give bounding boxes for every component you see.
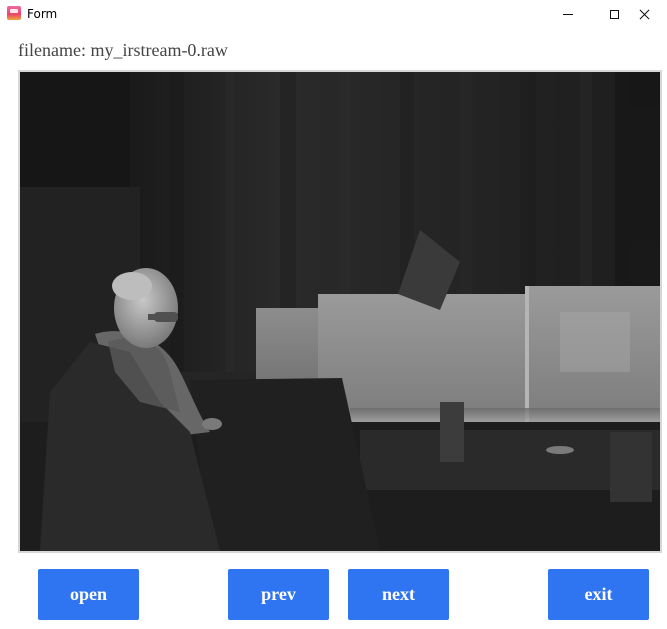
minimize-button[interactable]	[545, 0, 591, 28]
app-icon	[7, 6, 21, 20]
infrared-image	[20, 72, 660, 551]
prev-button[interactable]: prev	[228, 569, 329, 620]
exit-button[interactable]: exit	[548, 569, 649, 620]
title-bar[interactable]: Form	[0, 0, 667, 28]
next-button[interactable]: next	[348, 569, 449, 620]
open-button[interactable]: open	[38, 569, 139, 620]
close-button[interactable]	[621, 0, 667, 28]
image-view	[18, 70, 662, 553]
filename-label: filename: my_irstream-0.raw	[18, 40, 228, 60]
window-title: Form	[27, 7, 58, 21]
close-icon	[639, 9, 650, 20]
form-window: Form filename: my_irstream-0.raw open pr…	[0, 0, 667, 629]
minimize-icon	[563, 13, 573, 15]
maximize-icon	[609, 9, 619, 19]
